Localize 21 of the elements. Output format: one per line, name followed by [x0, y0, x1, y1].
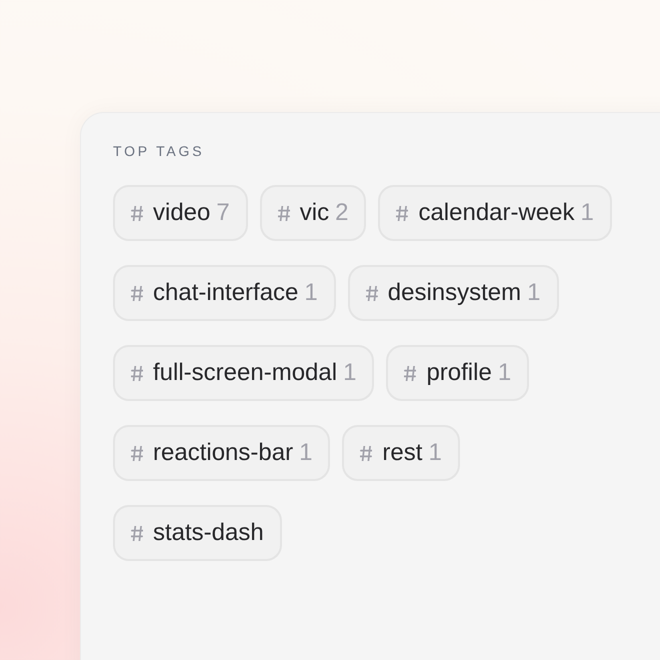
tag-chip[interactable]: chat-interface 1 — [113, 265, 336, 321]
hash-icon — [131, 206, 143, 220]
hash-icon — [360, 446, 372, 460]
tag-chip[interactable]: full-screen-modal 1 — [113, 345, 374, 401]
tag-chip[interactable]: video 7 — [113, 185, 248, 241]
hash-icon — [131, 446, 143, 460]
hash-icon — [131, 526, 143, 540]
tag-chip[interactable]: rest 1 — [342, 425, 460, 481]
tag-chip[interactable]: reactions-bar 1 — [113, 425, 330, 481]
hash-icon — [131, 366, 143, 380]
tag-chip[interactable]: vic 2 — [260, 185, 366, 241]
hash-icon — [404, 366, 416, 380]
hash-icon — [366, 286, 378, 300]
hash-icon — [278, 206, 290, 220]
tag-chip[interactable]: calendar-week 1 — [378, 185, 612, 241]
tag-chip[interactable]: stats-dash — [113, 505, 282, 561]
tag-chip[interactable]: profile 1 — [386, 345, 530, 401]
tag-chip[interactable]: desinsystem 1 — [348, 265, 559, 321]
hash-icon — [396, 206, 408, 220]
hash-icon — [131, 286, 143, 300]
section-title: TOP TAGS — [113, 142, 204, 161]
